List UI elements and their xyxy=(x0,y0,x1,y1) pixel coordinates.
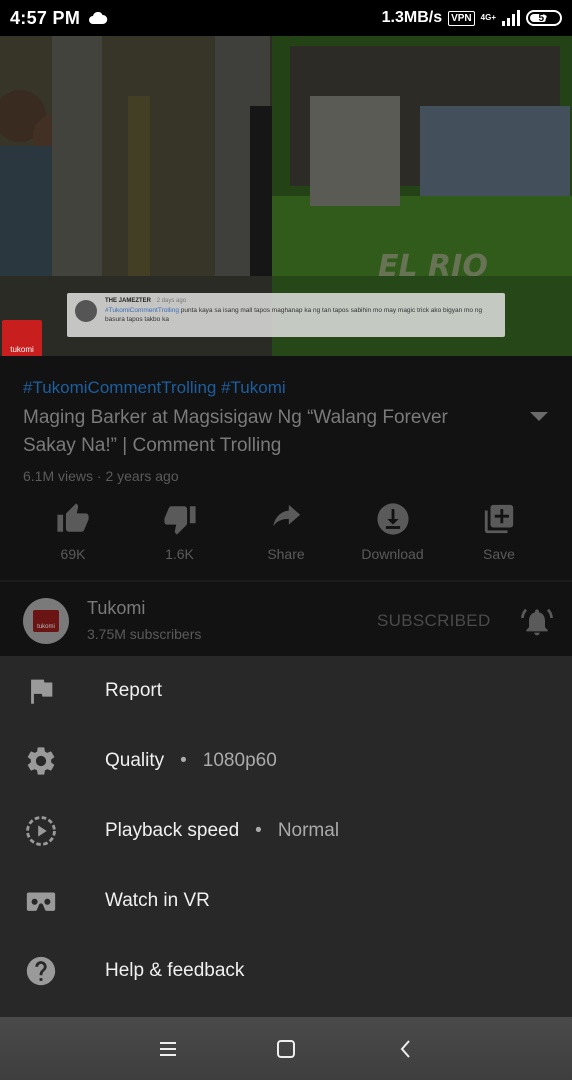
like-count: 69K xyxy=(60,546,86,562)
dislike-count: 1.6K xyxy=(165,546,194,562)
channel-avatar[interactable]: tukomi xyxy=(23,598,69,644)
playback-speed-icon xyxy=(26,816,56,846)
comment-hashtag: #TukomiCommentTrolling xyxy=(105,307,179,314)
channel-row[interactable]: tukomi Tukomi 3.75M subscribers SUBSCRIB… xyxy=(0,582,572,656)
menu-row-quality: Quality • 1080p60 xyxy=(105,750,277,772)
save-button[interactable]: Save xyxy=(446,502,552,562)
thumbs-up-icon xyxy=(57,503,89,532)
network-speed: 1.3MB/s xyxy=(381,9,443,26)
comment-avatar xyxy=(75,300,97,322)
menu-item-help-feedback[interactable]: Help & feedback xyxy=(0,936,572,1006)
channel-name[interactable]: Tukomi xyxy=(87,598,145,619)
menu-icon-wrap xyxy=(24,674,58,708)
cloud-icon xyxy=(89,12,108,24)
download-icon xyxy=(376,503,409,535)
battery-level: 57 xyxy=(538,12,550,24)
back-icon[interactable] xyxy=(394,1037,418,1061)
expand-description-icon[interactable] xyxy=(530,412,548,421)
vr-headset-icon xyxy=(26,892,56,911)
menu-icon[interactable] xyxy=(156,1037,180,1061)
dislike-button[interactable]: 1.6K xyxy=(127,502,233,562)
download-label: Download xyxy=(361,546,424,562)
menu-label-quality: Quality xyxy=(105,750,165,771)
video-details: #TukomiCommentTrolling #Tukomi Maging Ba… xyxy=(0,356,572,656)
menu-icon-wrap xyxy=(24,744,58,778)
overlay-comment-card: THE JAMEZTER 2 days ago #TukomiCommentTr… xyxy=(67,293,505,337)
channel-avatar-text: tukomi xyxy=(37,624,55,630)
menu-label-report: Report xyxy=(105,680,163,701)
notification-bell-icon[interactable] xyxy=(521,606,553,638)
menu-icon-wrap xyxy=(24,884,58,918)
subscribed-button[interactable]: SUBSCRIBED xyxy=(377,611,491,631)
menu-label-help-feedback: Help & feedback xyxy=(105,960,245,981)
menu-label-watch-in-vr: Watch in VR xyxy=(105,890,210,911)
share-label: Share xyxy=(267,546,305,562)
status-time: 4:57 PM xyxy=(10,7,81,28)
action-bar: 69K 1.6K Share Download Save xyxy=(20,502,552,562)
video-hashtags[interactable]: #TukomiCommentTrolling #Tukomi xyxy=(23,378,286,398)
comment-text-line: #TukomiCommentTrolling punta kaya sa isa… xyxy=(105,306,499,324)
menu-item-quality[interactable]: Quality • 1080p60 xyxy=(0,726,572,796)
save-label: Save xyxy=(483,546,515,562)
quality-value: 1080p60 xyxy=(202,750,277,771)
menu-item-watch-in-vr[interactable]: Watch in VR xyxy=(0,866,572,936)
menu-icon-wrap xyxy=(24,954,58,988)
subscriber-count: 3.75M subscribers xyxy=(87,626,202,642)
status-bar: 4:57 PM 1.3MB/s VPN 4G+ 57 xyxy=(0,0,572,36)
comment-user: THE JAMEZTER xyxy=(105,298,152,304)
playback-speed-value: Normal xyxy=(277,820,340,841)
vpn-badge: VPN xyxy=(448,10,475,26)
menu-item-report[interactable]: Report xyxy=(0,656,572,726)
flag-icon xyxy=(31,679,53,704)
menu-row-playback-speed: Playback speed • Normal xyxy=(105,820,339,842)
menu-icon-wrap xyxy=(24,814,58,848)
download-button[interactable]: Download xyxy=(340,502,446,562)
channel-watermark-logo: tukomi xyxy=(2,320,42,356)
network-type: 4G+ xyxy=(480,13,496,22)
share-button[interactable]: Share xyxy=(233,502,339,562)
navigation-bar xyxy=(0,1017,572,1080)
thumbs-down-icon xyxy=(163,506,196,535)
add-to-playlist-icon xyxy=(484,504,514,534)
gear-icon xyxy=(27,747,55,775)
like-button[interactable]: 69K xyxy=(20,502,126,562)
video-player[interactable]: EL RIO THE JAMEZTER 2 days ago #TukomiCo… xyxy=(0,36,572,356)
menu-item-playback-speed[interactable]: Playback speed • Normal xyxy=(0,796,572,866)
video-title: Maging Barker at Magsisigaw Ng “Walang F… xyxy=(23,407,448,456)
separator-dot: • xyxy=(255,820,262,841)
battery-icon: 57 xyxy=(526,10,562,26)
video-meta: 6.1M views · 2 years ago xyxy=(23,468,179,484)
home-icon[interactable] xyxy=(274,1037,298,1061)
menu-label-playback-speed: Playback speed xyxy=(105,820,240,841)
signal-icon xyxy=(502,10,520,26)
separator-dot: • xyxy=(180,750,187,771)
channel-avatar-logo: tukomi xyxy=(33,610,59,632)
more-options-sheet: Report Quality • 1080p60 Playback speed … xyxy=(0,656,572,1017)
watermark-text: tukomi xyxy=(10,345,34,354)
comment-user-line: THE JAMEZTER 2 days ago xyxy=(105,298,499,304)
comment-time: 2 days ago xyxy=(156,298,187,304)
share-icon xyxy=(273,504,301,527)
help-icon xyxy=(26,956,56,986)
